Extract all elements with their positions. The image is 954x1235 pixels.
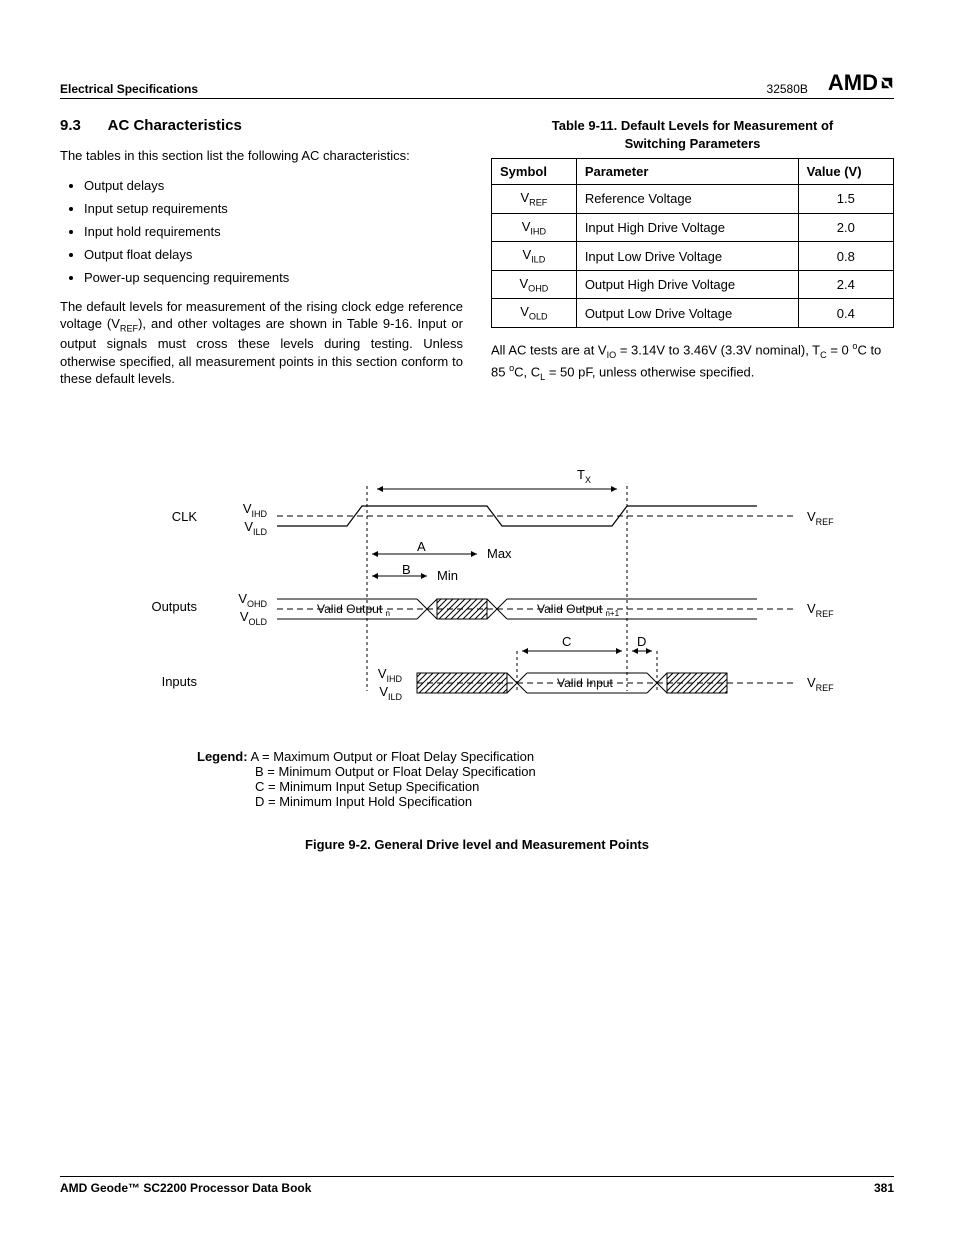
amd-arrow-icon — [880, 76, 894, 90]
svg-text:Valid Output n+1: Valid Output n+1 — [537, 602, 620, 618]
list-item: Output delays — [84, 178, 463, 193]
svg-text:VILD: VILD — [379, 684, 402, 702]
outputs-label: Outputs — [151, 599, 197, 614]
table-header-row: Symbol Parameter Value (V) — [492, 159, 894, 185]
svg-text:VREF: VREF — [807, 601, 834, 619]
svg-text:Valid Output n: Valid Output n — [317, 602, 390, 618]
table-row: VREF Reference Voltage 1.5 — [492, 185, 894, 214]
list-item: Input hold requirements — [84, 224, 463, 239]
footer-title: AMD Geode™ SC2200 Processor Data Book — [60, 1181, 311, 1195]
left-column: 9.3 AC Characteristics The tables in thi… — [60, 117, 463, 401]
figure-caption: Figure 9-2. General Drive level and Meas… — [60, 837, 894, 852]
clk-label: CLK — [172, 509, 198, 524]
svg-text:VREF: VREF — [807, 675, 834, 693]
list-item: Output float delays — [84, 247, 463, 262]
svg-text:VIHD: VIHD — [378, 666, 403, 684]
figure-legend: Legend: A = Maximum Output or Float Dela… — [197, 749, 757, 809]
svg-text:VREF: VREF — [807, 509, 834, 527]
svg-text:VILD: VILD — [244, 519, 267, 537]
svg-text:VOLD: VOLD — [240, 609, 268, 627]
svg-text:Valid Input: Valid Input — [557, 676, 613, 690]
intro-paragraph: The tables in this section list the foll… — [60, 147, 463, 165]
page-number: 381 — [874, 1181, 894, 1195]
table-row: VIHD Input High Drive Voltage 2.0 — [492, 213, 894, 242]
right-column: Table 9-11. Default Levels for Measureme… — [491, 117, 894, 401]
table-row: VOLD Output Low Drive Voltage 0.4 — [492, 299, 894, 328]
tx-label: TX — [577, 467, 591, 485]
section-number: 9.3 — [60, 117, 104, 134]
section-heading: 9.3 AC Characteristics — [60, 117, 463, 134]
page-header: Electrical Specifications 32580B AMD — [60, 70, 894, 99]
header-right: 32580B AMD — [767, 70, 894, 96]
list-item: Power-up sequencing requirements — [84, 270, 463, 285]
inputs-label: Inputs — [162, 674, 198, 689]
svg-text:B: B — [402, 562, 411, 577]
svg-text:Min: Min — [437, 568, 458, 583]
page: Electrical Specifications 32580B AMD 9.3… — [0, 0, 954, 1235]
table-caption: Table 9-11. Default Levels for Measureme… — [491, 117, 894, 152]
doc-number: 32580B — [767, 82, 808, 96]
svg-text:VIHD: VIHD — [243, 501, 268, 519]
svg-text:C: C — [562, 634, 571, 649]
timing-diagram-figure: TX CLK VIHD VILD VREF A Max B Min — [60, 461, 894, 852]
test-conditions-note: All AC tests are at VIO = 3.14V to 3.46V… — [491, 340, 894, 383]
list-item: Input setup requirements — [84, 201, 463, 216]
svg-text:A: A — [417, 539, 426, 554]
col-symbol: Symbol — [492, 159, 577, 185]
col-parameter: Parameter — [576, 159, 798, 185]
svg-text:D: D — [637, 634, 646, 649]
timing-diagram-svg: TX CLK VIHD VILD VREF A Max B Min — [117, 461, 837, 721]
table-row: VILD Input Low Drive Voltage 0.8 — [492, 242, 894, 271]
section-title-text: AC Characteristics — [108, 117, 242, 134]
default-levels-paragraph: The default levels for measurement of th… — [60, 298, 463, 388]
amd-logo-text: AMD — [828, 70, 878, 96]
svg-text:VOHD: VOHD — [238, 591, 267, 609]
svg-text:Max: Max — [487, 546, 512, 561]
table-row: VOHD Output High Drive Voltage 2.4 — [492, 270, 894, 299]
characteristics-list: Output delays Input setup requirements I… — [60, 178, 463, 285]
amd-logo: AMD — [828, 70, 894, 96]
measurement-levels-table: Symbol Parameter Value (V) VREF Referenc… — [491, 158, 894, 328]
two-column-layout: 9.3 AC Characteristics The tables in thi… — [60, 117, 894, 401]
col-value: Value (V) — [798, 159, 893, 185]
page-footer: AMD Geode™ SC2200 Processor Data Book 38… — [60, 1176, 894, 1195]
header-section-name: Electrical Specifications — [60, 82, 198, 96]
